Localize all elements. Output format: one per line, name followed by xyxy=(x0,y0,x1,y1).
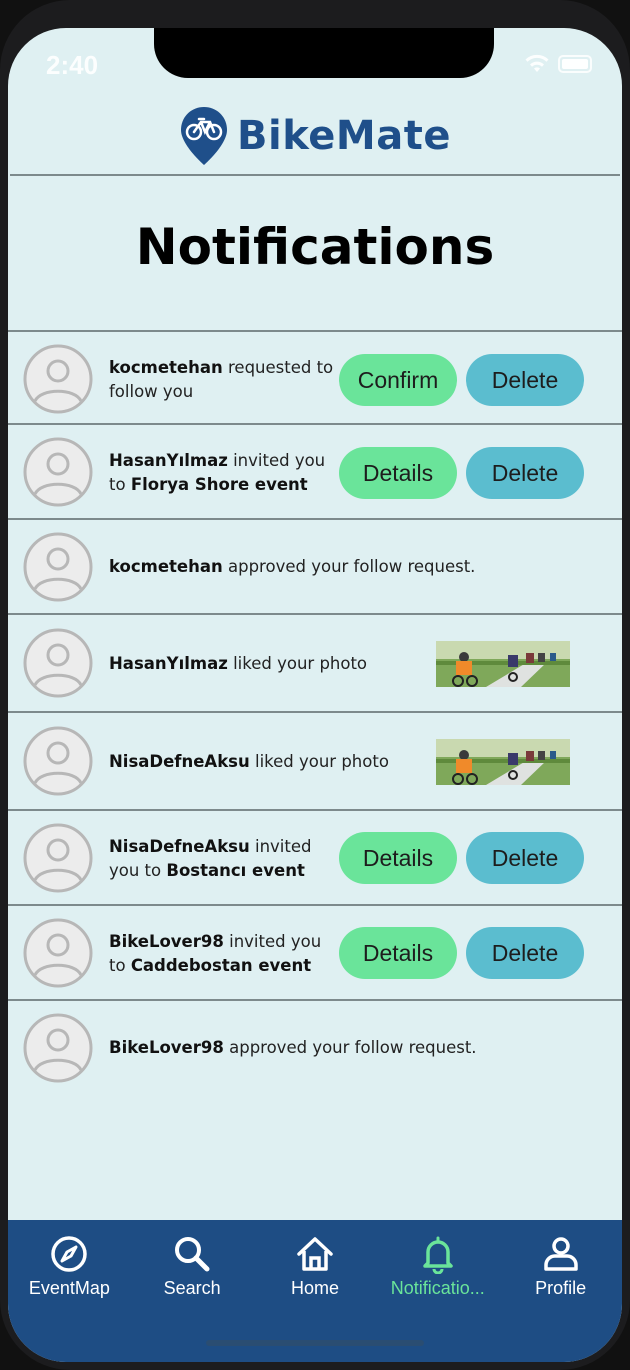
avatar-icon[interactable] xyxy=(23,437,93,507)
notch xyxy=(154,28,494,78)
tab-eventmap[interactable]: EventMap xyxy=(8,1220,130,1362)
message: approved your follow request. xyxy=(222,557,476,576)
search-icon xyxy=(175,1237,210,1272)
phone-frame: 2:40 BikeMate Notifications kocmetehan r… xyxy=(0,0,630,1370)
notification-text: kocmetehan requested to follow you xyxy=(109,356,334,404)
username[interactable]: BikeLover98 xyxy=(109,932,224,951)
avatar-icon[interactable] xyxy=(23,726,93,796)
notification-row: kocmetehan requested to follow you Confi… xyxy=(8,330,622,425)
delete-button[interactable]: Delete xyxy=(466,447,584,499)
battery-icon xyxy=(558,55,592,73)
bike-pin-logo-icon xyxy=(181,107,228,165)
notification-text: BikeLover98 approved your follow request… xyxy=(109,1036,589,1060)
tab-label: Search xyxy=(163,1278,221,1298)
delete-button[interactable]: Delete xyxy=(466,927,584,979)
notification-row: HasanYılmaz invited you to Florya Shore … xyxy=(8,425,622,520)
tab-label: EventMap xyxy=(28,1278,110,1298)
message: liked your photo xyxy=(227,654,368,673)
notification-row: BikeLover98 approved your follow request… xyxy=(8,1001,622,1097)
details-button[interactable]: Details xyxy=(339,927,457,979)
cyclists-photo-thumbnail[interactable] xyxy=(436,641,570,687)
notification-row: BikeLover98 invited you to Caddebostan e… xyxy=(8,906,622,1001)
username[interactable]: HasanYılmaz xyxy=(109,654,228,673)
wifi-icon xyxy=(525,54,549,72)
username[interactable]: kocmetehan xyxy=(109,557,223,576)
avatar-icon[interactable] xyxy=(23,344,93,414)
cyclists-photo-thumbnail[interactable] xyxy=(436,739,570,785)
delete-button[interactable]: Delete xyxy=(466,832,584,884)
notification-text: kocmetehan approved your follow request. xyxy=(109,555,589,579)
divider xyxy=(10,174,620,176)
username[interactable]: HasanYılmaz xyxy=(109,451,228,470)
notification-row: NisaDefneAksu invited you to Bostancı ev… xyxy=(8,811,622,906)
username[interactable]: NisaDefneAksu xyxy=(109,837,250,856)
person-icon xyxy=(543,1237,578,1271)
avatar-icon[interactable] xyxy=(23,1013,93,1083)
event-name[interactable]: Florya Shore event xyxy=(131,475,308,494)
details-button[interactable]: Details xyxy=(339,447,457,499)
details-button[interactable]: Details xyxy=(339,832,457,884)
status-icons xyxy=(524,54,592,74)
notification-text: NisaDefneAksu invited you to Bostancı ev… xyxy=(109,835,339,883)
username[interactable]: BikeLover98 xyxy=(109,1038,224,1057)
app-name: BikeMate xyxy=(237,113,451,159)
tab-profile[interactable]: Profile xyxy=(500,1220,622,1362)
notification-text: HasanYılmaz liked your photo xyxy=(109,652,409,676)
notification-row: kocmetehan approved your follow request. xyxy=(8,520,622,615)
avatar-icon[interactable] xyxy=(23,823,93,893)
notification-text: BikeLover98 invited you to Caddebostan e… xyxy=(109,930,339,978)
delete-button[interactable]: Delete xyxy=(466,354,584,406)
compass-icon xyxy=(51,1236,88,1272)
username[interactable]: NisaDefneAksu xyxy=(109,752,250,771)
notification-text: NisaDefneAksu liked your photo xyxy=(109,750,409,774)
home-icon xyxy=(297,1237,333,1271)
bell-icon xyxy=(423,1236,453,1274)
notification-row: NisaDefneAksu liked your photo xyxy=(8,713,622,811)
app-header: BikeMate xyxy=(8,96,622,176)
notification-list: kocmetehan requested to follow you Confi… xyxy=(8,330,622,1097)
event-name[interactable]: Caddebostan event xyxy=(131,956,311,975)
tab-label: Notificatio... xyxy=(390,1278,485,1298)
avatar-icon[interactable] xyxy=(23,628,93,698)
home-indicator[interactable] xyxy=(206,1340,424,1346)
tab-label: Home xyxy=(290,1278,339,1298)
tab-label: Profile xyxy=(535,1278,587,1298)
avatar-icon[interactable] xyxy=(23,918,93,988)
notification-text: HasanYılmaz invited you to Florya Shore … xyxy=(109,449,339,497)
notification-row: HasanYılmaz liked your photo xyxy=(8,615,622,713)
event-name[interactable]: Bostancı event xyxy=(166,861,304,880)
message: liked your photo xyxy=(249,752,389,771)
status-time: 2:40 xyxy=(46,50,99,80)
message: approved your follow request. xyxy=(223,1038,477,1057)
username[interactable]: kocmetehan xyxy=(109,358,223,377)
avatar-icon[interactable] xyxy=(23,532,93,602)
confirm-button[interactable]: Confirm xyxy=(339,354,457,406)
page-title: Notifications xyxy=(135,218,495,276)
screen: 2:40 BikeMate Notifications kocmetehan r… xyxy=(8,28,622,1362)
